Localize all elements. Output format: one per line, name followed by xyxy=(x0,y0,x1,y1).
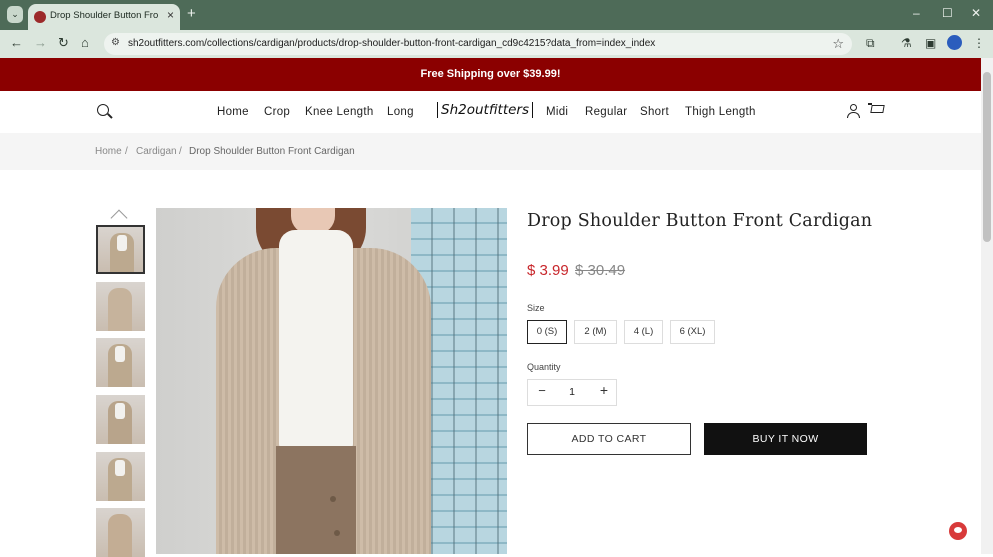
minus-icon[interactable]: − xyxy=(533,383,551,398)
size-option-l[interactable]: 4 (L) xyxy=(624,320,663,344)
cart-icon[interactable] xyxy=(868,103,886,117)
add-to-cart-button[interactable]: ADD TO CART xyxy=(527,423,691,455)
breadcrumb-separator: / xyxy=(179,146,182,157)
labs-flask-icon[interactable]: ⚗ xyxy=(901,36,912,50)
nav-midi[interactable]: Midi xyxy=(546,106,568,118)
nav-knee-length[interactable]: Knee Length xyxy=(305,106,374,118)
nav-home[interactable]: Home xyxy=(217,106,249,118)
product-thumbnail[interactable] xyxy=(96,452,145,501)
account-icon[interactable] xyxy=(846,104,860,118)
breadcrumb-separator: / xyxy=(125,146,128,157)
tab-favicon xyxy=(34,11,46,23)
quantity-stepper: − 1 + xyxy=(527,379,617,406)
browser-tab-bar: ⌄ Drop Shoulder Button Front Ca × + – ☐ … xyxy=(0,0,993,30)
product-title: Drop Shoulder Button Front Cardigan xyxy=(527,211,873,231)
back-button[interactable]: ← xyxy=(10,35,23,50)
profile-avatar[interactable] xyxy=(947,35,962,50)
size-label: Size xyxy=(527,303,545,313)
search-icon[interactable] xyxy=(97,104,109,116)
tab-search-button[interactable]: ⌄ xyxy=(7,6,23,23)
maximize-button[interactable]: ☐ xyxy=(942,6,953,20)
size-option-xl[interactable]: 6 (XL) xyxy=(670,320,715,344)
new-tab-button[interactable]: + xyxy=(187,5,196,22)
size-option-s[interactable]: 0 (S) xyxy=(527,320,567,344)
site-info-icon[interactable]: ⚙ xyxy=(111,37,120,48)
home-button[interactable]: ⌂ xyxy=(81,35,89,50)
sale-price: $ 3.99 xyxy=(527,262,569,279)
product-thumbnail[interactable] xyxy=(96,395,145,444)
promo-banner: Free Shipping over $39.99! xyxy=(0,58,981,91)
side-panel-icon[interactable]: ▣ xyxy=(925,36,936,50)
nav-crop[interactable]: Crop xyxy=(264,106,290,118)
site-logo[interactable]: Sh2outfitters xyxy=(437,102,534,118)
breadcrumb: Home / Cardigan / Drop Shoulder Button F… xyxy=(0,133,981,170)
browser-toolbar: ← → ↻ ⌂ ⚙ sh2outfitters.com/collections/… xyxy=(0,30,993,58)
address-bar[interactable]: ⚙ sh2outfitters.com/collections/cardigan… xyxy=(104,33,852,55)
chat-icon[interactable] xyxy=(949,522,967,540)
product-thumbnail[interactable] xyxy=(96,282,145,331)
extensions-icon[interactable]: ⧉ xyxy=(866,36,875,51)
forward-button[interactable]: → xyxy=(34,35,47,50)
breadcrumb-cardigan[interactable]: Cardigan xyxy=(136,146,177,157)
nav-long[interactable]: Long xyxy=(387,106,414,118)
more-menu-icon[interactable]: ⋮ xyxy=(973,36,985,50)
product-thumbnail[interactable] xyxy=(96,508,145,557)
chevron-up-icon[interactable] xyxy=(110,209,128,227)
product-thumbnail[interactable] xyxy=(96,225,145,274)
site-header: Home Crop Knee Length Long Sh2outfitters… xyxy=(0,91,981,133)
quantity-label: Quantity xyxy=(527,362,561,372)
product-thumbnail[interactable] xyxy=(96,338,145,387)
bookmark-star-icon[interactable]: ☆ xyxy=(832,36,844,52)
size-option-m[interactable]: 2 (M) xyxy=(574,320,617,344)
tab-close-icon[interactable]: × xyxy=(167,8,174,22)
quantity-input[interactable]: 1 xyxy=(560,386,584,398)
breadcrumb-current: Drop Shoulder Button Front Cardigan xyxy=(189,146,355,157)
nav-regular[interactable]: Regular xyxy=(585,106,627,118)
scrollbar-thumb[interactable] xyxy=(983,72,991,242)
minimize-button[interactable]: – xyxy=(913,6,920,20)
product-main-image[interactable] xyxy=(156,208,507,554)
nav-short[interactable]: Short xyxy=(640,106,669,118)
reload-button[interactable]: ↻ xyxy=(58,35,69,51)
tab-title: Drop Shoulder Button Front Ca xyxy=(50,10,158,21)
nav-thigh-length[interactable]: Thigh Length xyxy=(685,106,756,118)
url-text: sh2outfitters.com/collections/cardigan/p… xyxy=(128,38,656,49)
breadcrumb-home[interactable]: Home xyxy=(95,146,122,157)
close-window-button[interactable]: ✕ xyxy=(971,6,981,20)
original-price: $ 30.49 xyxy=(575,262,626,279)
buy-it-now-button[interactable]: BUY IT NOW xyxy=(704,423,867,455)
active-tab[interactable]: Drop Shoulder Button Front Ca × xyxy=(28,4,180,30)
plus-icon[interactable]: + xyxy=(595,382,613,398)
